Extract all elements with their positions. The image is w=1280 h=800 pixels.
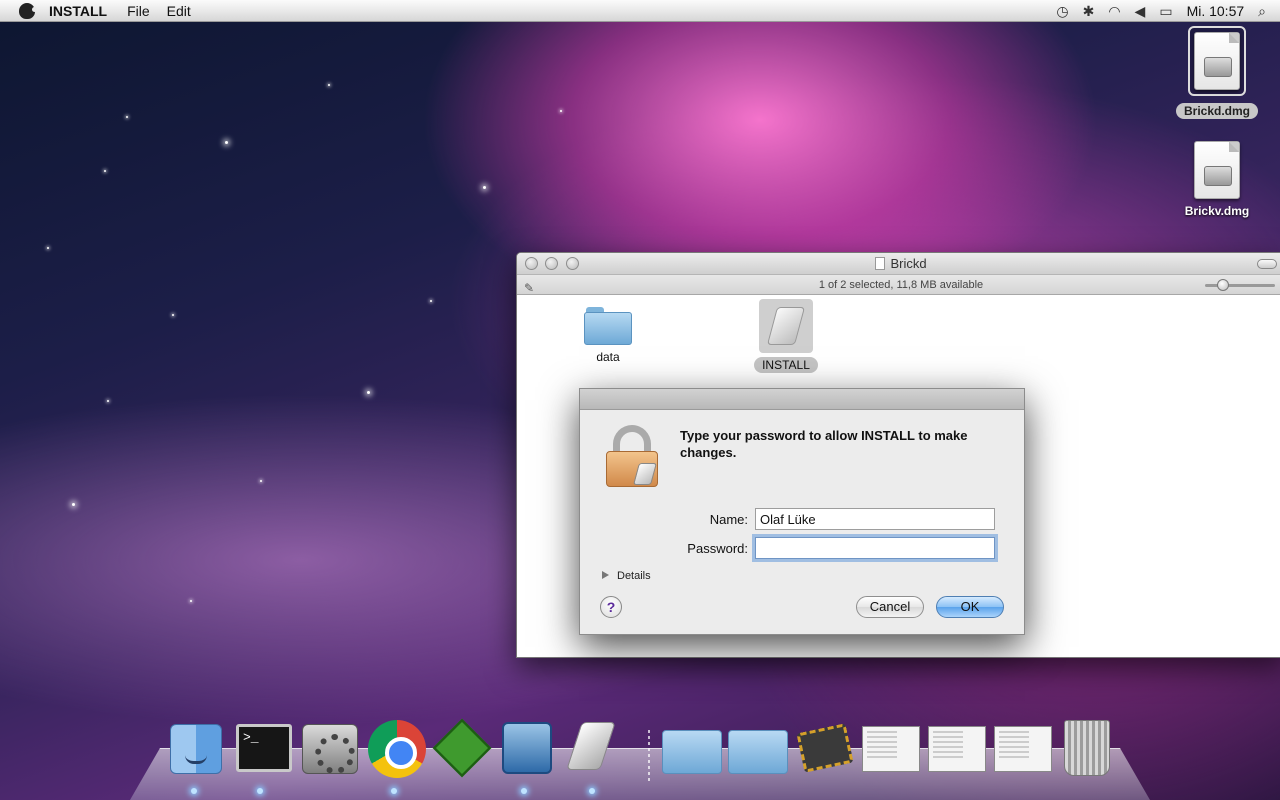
virtualbox-icon (502, 722, 552, 774)
selection-frame (1188, 26, 1246, 96)
running-indicator (589, 788, 595, 794)
apple-menu-icon[interactable] (19, 2, 37, 19)
applications-folder-icon (662, 730, 722, 774)
dock-documents-stack[interactable] (724, 718, 788, 778)
terminal-prompt: >_ (243, 730, 259, 745)
running-indicator (191, 788, 197, 794)
finder-status-text: 1 of 2 selected, 11,8 MB available (818, 279, 984, 291)
details-label: Details (617, 570, 651, 582)
slider-knob[interactable] (1217, 279, 1229, 291)
system-preferences-icon (302, 724, 358, 774)
toolbar-toggle-button[interactable] (1257, 259, 1277, 269)
name-label: Name: (709, 512, 748, 527)
file-item-label: data (596, 350, 620, 364)
documents-folder-icon (728, 730, 788, 774)
brick-chip-icon (796, 723, 854, 773)
trash-icon (1064, 720, 1110, 776)
desktop-icon-brickv-dmg[interactable]: Brickv.dmg (1171, 141, 1263, 219)
terminal-icon: >_ (236, 724, 292, 772)
dialog-message: Type your password to allow INSTALL to m… (680, 428, 968, 460)
screenshot-icon (862, 726, 920, 772)
dock-screenshot-1[interactable] (858, 718, 920, 778)
screenshot-icon (994, 726, 1052, 772)
menu-clock[interactable]: Mi. 10:57 (1187, 3, 1245, 19)
help-button[interactable]: ? (600, 596, 622, 618)
file-item-install[interactable]: INSTALL (741, 299, 831, 373)
dock: >_ (164, 718, 1124, 794)
menu-edit[interactable]: Edit (167, 3, 191, 19)
dock-brick-stack[interactable] (794, 718, 854, 778)
details-disclosure[interactable]: Details (602, 570, 651, 582)
dock-finder[interactable] (164, 718, 224, 794)
chrome-icon (368, 720, 426, 778)
disk-image-icon (1194, 32, 1240, 90)
dock-separator (648, 730, 650, 784)
menu-app-name[interactable]: INSTALL (49, 3, 107, 19)
running-indicator (257, 788, 263, 794)
dock-applications-stack[interactable] (658, 718, 722, 778)
finder-icon (170, 724, 222, 774)
dock-macvim[interactable] (430, 718, 492, 778)
dock-screenshot-3[interactable] (990, 718, 1052, 778)
volume-icon[interactable]: ◀ (1135, 3, 1146, 20)
file-item-label: INSTALL (754, 357, 818, 373)
menu-bar-status: ◷ ✱ ◠ ◀ ▭ Mi. 10:57 ⌕ (1056, 0, 1280, 22)
dock-system-preferences[interactable] (296, 718, 358, 778)
password-label: Password: (687, 541, 748, 556)
installer-icon (566, 722, 616, 770)
finder-status-bar: ✎ 1 of 2 selected, 11,8 MB available (517, 275, 1280, 295)
desktop-icon-label: Brickd.dmg (1175, 103, 1258, 119)
desktop-icon-label: Brickv.dmg (1184, 204, 1250, 218)
ok-button[interactable]: OK (936, 596, 1004, 618)
wifi-icon[interactable]: ◠ (1108, 3, 1120, 20)
spotlight-search-icon[interactable]: ⌕ (1258, 3, 1266, 20)
dock-terminal[interactable]: >_ (230, 718, 292, 794)
disk-image-icon (1194, 141, 1240, 199)
dialog-titlebar[interactable] (580, 389, 1024, 410)
lock-icon (606, 425, 662, 489)
disclosure-triangle-icon[interactable] (602, 571, 609, 579)
file-item-data[interactable]: data (563, 307, 653, 365)
bluetooth-icon[interactable]: ✱ (1083, 3, 1095, 20)
name-row: Name: (580, 508, 1026, 532)
menu-file[interactable]: File (127, 3, 150, 19)
dock-installer[interactable] (562, 718, 622, 794)
finder-title-text: Brickd (890, 256, 927, 271)
finder-title: Brickd (517, 256, 1280, 271)
password-field[interactable] (755, 537, 995, 559)
vim-icon (432, 718, 492, 778)
password-row: Password: (580, 537, 1026, 561)
folder-icon (584, 307, 632, 345)
dock-virtualbox[interactable] (494, 718, 554, 794)
dock-screenshot-2[interactable] (924, 718, 986, 778)
installer-icon (759, 299, 813, 353)
name-field[interactable] (755, 508, 995, 530)
cancel-button[interactable]: Cancel (856, 596, 924, 618)
running-indicator (391, 788, 397, 794)
authentication-dialog: Type your password to allow INSTALL to m… (579, 388, 1025, 635)
icon-size-slider[interactable] (1205, 279, 1275, 291)
action-icon[interactable]: ✎ (524, 278, 534, 298)
desktop-icon-brickd-dmg[interactable]: Brickd.dmg (1171, 26, 1263, 119)
screenshot-icon (928, 726, 986, 772)
running-indicator (521, 788, 527, 794)
menu-bar: INSTALL File Edit ◷ ✱ ◠ ◀ ▭ Mi. 10:57 ⌕ (0, 0, 1280, 22)
volume-icon (875, 257, 886, 270)
battery-icon[interactable]: ▭ (1159, 3, 1172, 20)
time-machine-icon[interactable]: ◷ (1056, 3, 1068, 20)
dock-chrome[interactable] (364, 718, 426, 794)
dock-trash[interactable] (1056, 718, 1116, 778)
finder-titlebar[interactable]: Brickd (517, 253, 1280, 275)
